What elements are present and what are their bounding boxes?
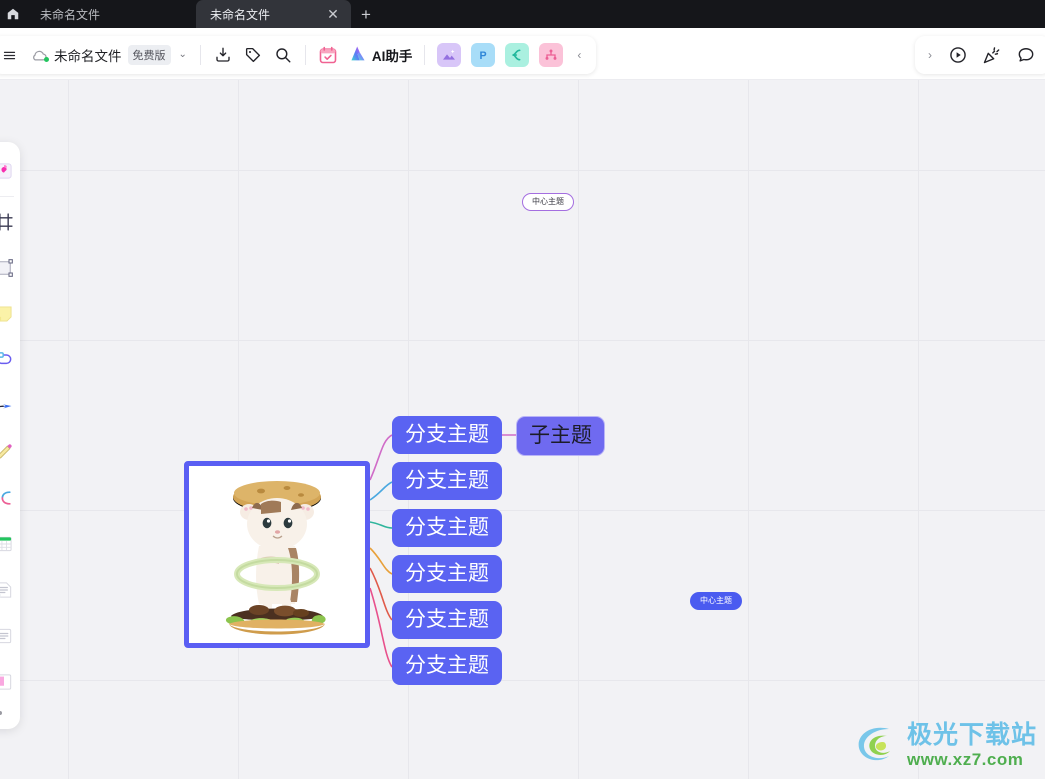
branch-topic-label: 分支主题 <box>392 462 502 501</box>
central-topic-label: 中心主题 <box>690 592 742 610</box>
sticky-note-icon[interactable] <box>0 291 20 337</box>
ai-assistant-label: AI助手 <box>371 49 413 64</box>
free-plan-badge: 免费版 <box>127 45 171 65</box>
cat-burger-illustration <box>189 466 365 643</box>
watermark-url: www.xz7.com <box>906 750 1024 769</box>
toolbar-divider <box>199 45 201 65</box>
tab-title: 未命名文件 <box>40 7 101 22</box>
structure-tree-icon[interactable] <box>539 43 564 67</box>
sub-topic-label: 子主题 <box>516 416 605 457</box>
document-icon[interactable] <box>0 567 20 613</box>
play-circle-icon[interactable] <box>941 40 975 70</box>
branch-topic-node-3[interactable]: 分支主题 <box>392 509 502 548</box>
frame-icon[interactable] <box>0 199 20 245</box>
watermark: 极光下载站 www.xz7.com <box>853 720 1037 771</box>
cat-burger-image-node[interactable] <box>184 461 370 648</box>
search-icon[interactable] <box>268 40 298 70</box>
left-tool-rail <box>0 142 20 729</box>
card-icon[interactable] <box>0 659 20 705</box>
close-icon[interactable]: ✕ <box>325 6 341 22</box>
ai-logo-icon <box>348 44 368 67</box>
tab-title: 未命名文件 <box>210 7 271 22</box>
branch-topic-label: 分支主题 <box>392 509 502 548</box>
new-tab-icon[interactable]: + <box>351 0 381 28</box>
branch-topic-node-5[interactable]: 分支主题 <box>392 601 502 640</box>
home-icon[interactable] <box>0 0 26 28</box>
watermark-title: 极光下载站 <box>906 721 1037 749</box>
ai-assistant-button[interactable]: AI助手 <box>343 40 418 70</box>
tag-icon[interactable] <box>238 40 268 70</box>
arrow-icon[interactable] <box>0 383 20 429</box>
branch-topic-label: 分支主题 <box>392 601 502 640</box>
svg-text:P: P <box>480 50 487 62</box>
aurora-logo-icon <box>853 720 901 771</box>
browser-tabstrip: 未命名文件 未命名文件 ✕ + <box>0 0 1045 28</box>
central-topic-node-outline[interactable]: 中心主题 <box>522 193 574 211</box>
document-title-chip[interactable]: 未命名文件 免费版 ⌄ <box>20 40 193 70</box>
menu-icon[interactable] <box>0 40 20 70</box>
sticker-icon[interactable] <box>0 148 20 194</box>
text-block-icon[interactable] <box>0 613 20 659</box>
toolbar-divider <box>304 45 306 65</box>
pen-icon[interactable] <box>0 429 20 475</box>
browser-tab-2-active[interactable]: 未命名文件 ✕ <box>196 0 351 28</box>
branch-topic-node-6[interactable]: 分支主题 <box>392 647 502 686</box>
calendar-icon[interactable] <box>313 40 343 70</box>
download-icon[interactable] <box>208 40 238 70</box>
central-topic-node-filled[interactable]: 中心主题 <box>690 592 742 610</box>
central-topic-label: 中心主题 <box>522 193 574 211</box>
shape-icon[interactable] <box>0 245 20 291</box>
party-popper-icon[interactable] <box>975 40 1009 70</box>
branch-topic-label: 分支主题 <box>392 416 502 455</box>
mindmap-icon[interactable] <box>0 337 20 383</box>
watermark-text: 极光下载站 www.xz7.com <box>906 721 1037 769</box>
branch-topic-node-1[interactable]: 分支主题 <box>392 416 502 455</box>
toolbar-left-group: 未命名文件 免费版 ⌄ AI助手 P ‹ <box>0 36 597 74</box>
more-dot-icon[interactable] <box>0 705 20 721</box>
mindmap-left-icon[interactable] <box>505 43 530 67</box>
sub-topic-node[interactable]: 子主题 <box>516 416 605 457</box>
ppt-export-icon[interactable]: P <box>471 43 496 67</box>
toolbar-right-group: › <box>915 36 1045 74</box>
rail-divider <box>0 196 14 197</box>
curve-connector-icon[interactable] <box>0 475 20 521</box>
mindmap-canvas[interactable]: 中心主题 中心主题 分支主题 分支主题 分支主题 分支主题 分支主题 分支主题 … <box>0 80 1045 779</box>
image-insert-icon[interactable] <box>437 43 462 67</box>
document-name: 未命名文件 <box>54 49 122 64</box>
toolbar-collapse-icon[interactable]: ‹ <box>568 40 590 70</box>
toolbar-divider <box>424 45 426 65</box>
branch-topic-node-4[interactable]: 分支主题 <box>392 555 502 594</box>
cloud-sync-icon <box>30 48 49 62</box>
table-icon[interactable] <box>0 521 20 567</box>
toolbar-expand-icon[interactable]: › <box>919 40 941 70</box>
branch-topic-node-2[interactable]: 分支主题 <box>392 462 502 501</box>
branch-topic-label: 分支主题 <box>392 647 502 686</box>
app-toolbar: 未命名文件 免费版 ⌄ AI助手 P ‹ › <box>0 28 1045 80</box>
sync-status-dot <box>44 57 49 62</box>
chevron-down-icon[interactable]: ⌄ <box>177 50 189 60</box>
branch-topic-label: 分支主题 <box>392 555 502 594</box>
browser-tab-1[interactable]: 未命名文件 <box>26 0 196 28</box>
comment-bubble-icon[interactable] <box>1009 40 1043 70</box>
